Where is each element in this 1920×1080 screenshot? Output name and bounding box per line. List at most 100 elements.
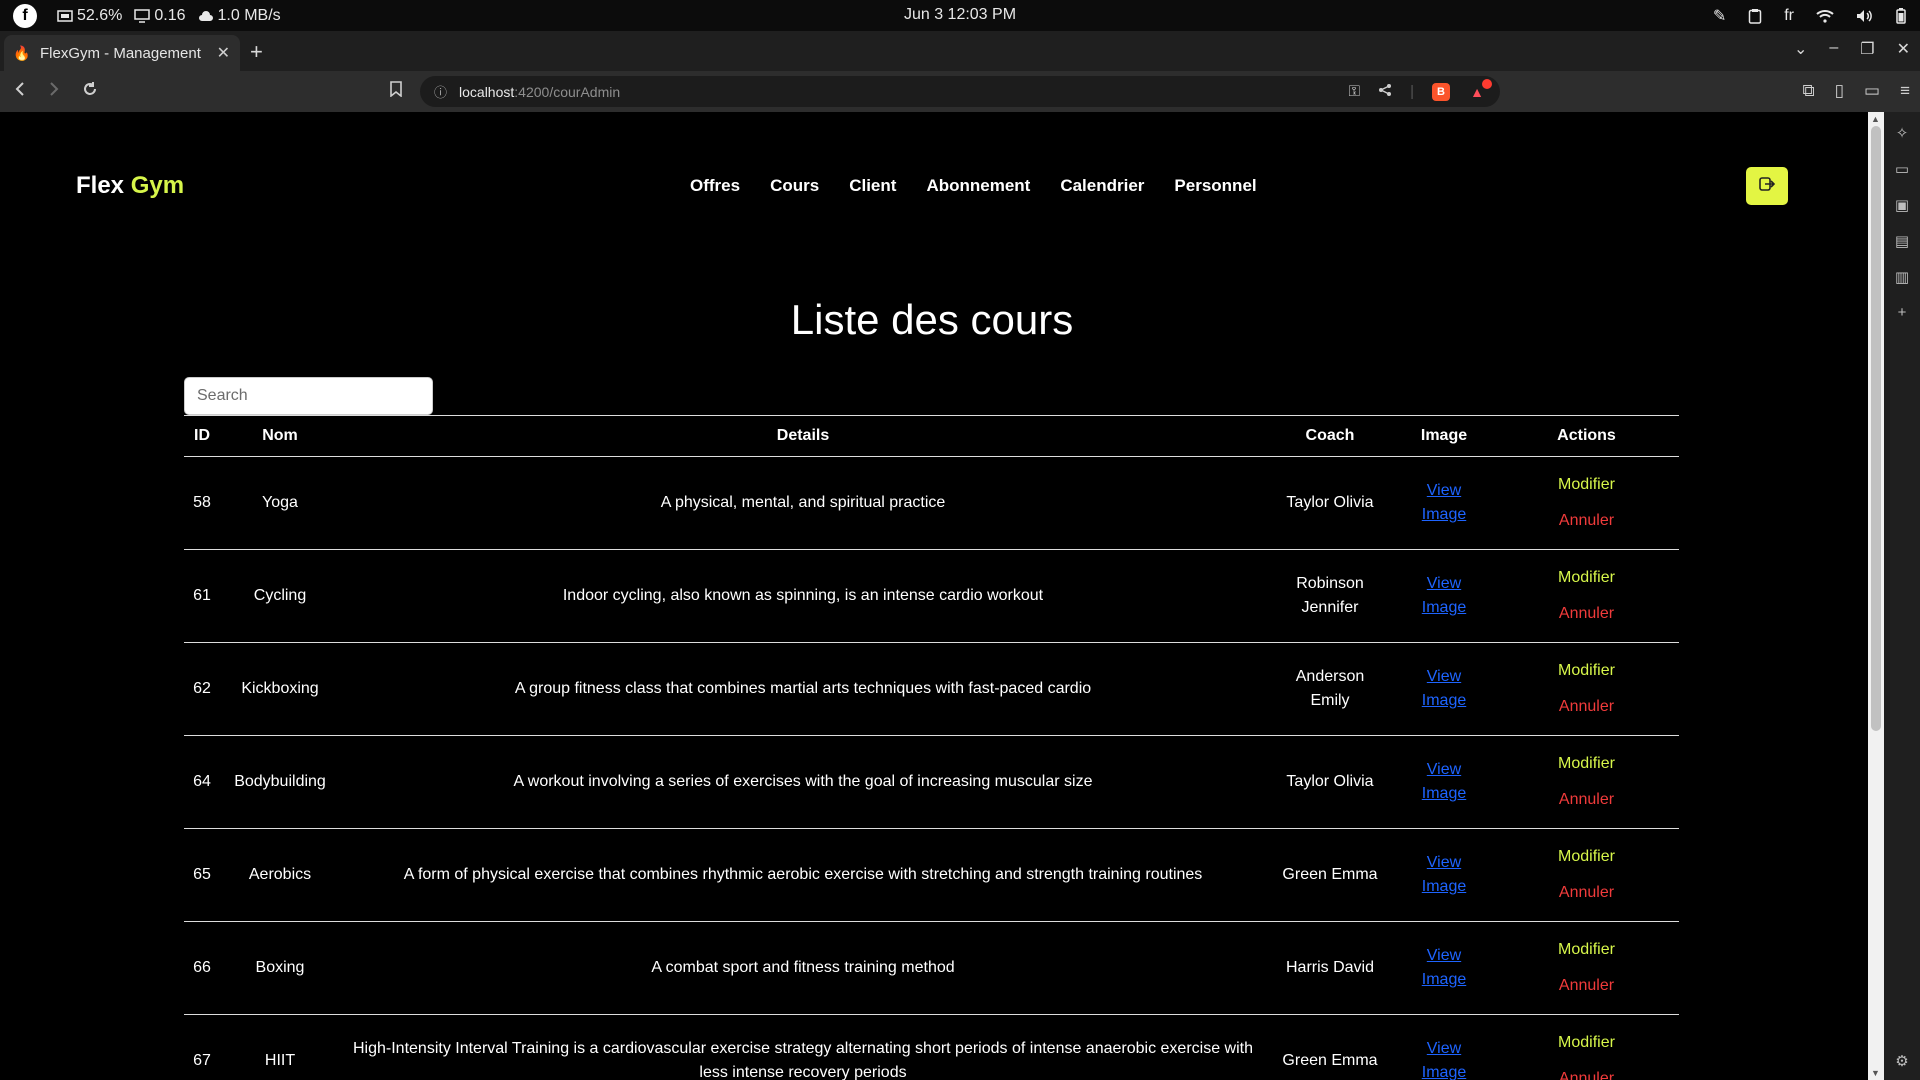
cell-details: Indoor cycling, also known as spinning, …: [340, 549, 1266, 643]
tab-list-chevron-icon[interactable]: ⌄: [1794, 39, 1807, 59]
nav-calendrier[interactable]: Calendrier: [1060, 176, 1144, 196]
forward-icon[interactable]: [48, 81, 60, 102]
brave-shields-icon[interactable]: B: [1432, 82, 1450, 101]
cancel-button[interactable]: Annuler: [1502, 881, 1671, 905]
cell-image: View Image: [1394, 828, 1494, 922]
load-indicator: 0.16: [134, 7, 186, 25]
cell-id: 58: [184, 456, 220, 550]
cell-id: 66: [184, 921, 220, 1015]
clock-text[interactable]: Jun 3 12:03 PM: [904, 6, 1016, 23]
brand-logo[interactable]: Flex Gym: [76, 172, 184, 200]
cancel-button[interactable]: Annuler: [1502, 788, 1671, 812]
bookmarks-side-icon[interactable]: ▤: [1895, 232, 1909, 250]
key-icon[interactable]: ⚿: [1349, 83, 1360, 100]
keyboard-layout[interactable]: fr: [1784, 7, 1794, 25]
modify-button[interactable]: Modifier: [1502, 1031, 1671, 1055]
leo-ai-icon[interactable]: ✧: [1896, 124, 1909, 142]
cell-nom: Cycling: [220, 549, 340, 643]
modify-button[interactable]: Modifier: [1502, 659, 1671, 683]
cancel-button[interactable]: Annuler: [1502, 695, 1671, 719]
cell-coach: Anderson Emily: [1266, 642, 1394, 736]
add-panel-icon[interactable]: +: [1898, 304, 1907, 321]
media-icon[interactable]: ▭: [1895, 160, 1909, 178]
extensions-icon[interactable]: ⧉: [1803, 81, 1815, 101]
close-tab-icon[interactable]: ✕: [217, 43, 230, 63]
sidebar-toggle-icon[interactable]: ▯: [1835, 81, 1844, 101]
wallet-icon[interactable]: ▭: [1864, 81, 1880, 101]
cell-coach: Taylor Olivia: [1266, 735, 1394, 829]
tab-flexgym[interactable]: 🔥 FlexGym - Management ✕: [4, 35, 240, 71]
table-row: 62 Kickboxing A group fitness class that…: [184, 642, 1679, 736]
table-row: 61 Cycling Indoor cycling, also known as…: [184, 549, 1679, 643]
view-image-link[interactable]: View Image: [1414, 479, 1474, 527]
os-top-bar: f 52.6% 0.16 1.0 MB/s Jun 3 12:03 PM ✎ f…: [0, 0, 1920, 31]
cell-id: 67: [184, 1014, 220, 1080]
fedora-logo-icon[interactable]: f: [13, 3, 37, 28]
modify-button[interactable]: Modifier: [1502, 752, 1671, 776]
reading-list-icon[interactable]: ▥: [1895, 268, 1909, 286]
menu-icon[interactable]: ≡: [1900, 81, 1910, 101]
url-path: :4200/courAdmin: [514, 83, 621, 100]
scroll-down-icon[interactable]: ▼: [1871, 1068, 1880, 1078]
cell-actions: Modifier Annuler: [1494, 642, 1679, 736]
restore-icon[interactable]: ❐: [1860, 39, 1874, 59]
modify-button[interactable]: Modifier: [1502, 566, 1671, 590]
view-image-link[interactable]: View Image: [1414, 944, 1474, 992]
scroll-up-icon[interactable]: ▲: [1871, 114, 1880, 124]
modify-button[interactable]: Modifier: [1502, 845, 1671, 869]
pen-icon[interactable]: ✎: [1713, 6, 1726, 26]
new-tab-icon[interactable]: +: [250, 41, 263, 63]
cell-nom: Boxing: [220, 921, 340, 1015]
view-image-link[interactable]: View Image: [1414, 665, 1474, 713]
url-host: localhost: [459, 83, 515, 100]
bookmark-icon[interactable]: [390, 81, 402, 102]
logout-button[interactable]: [1746, 167, 1788, 205]
search-input[interactable]: [184, 377, 433, 415]
battery-icon[interactable]: [1896, 7, 1906, 24]
web-page: Flex Gym Offres Cours Client Abonnement …: [0, 112, 1868, 1080]
cancel-button[interactable]: Annuler: [1502, 1067, 1671, 1080]
scroll-thumb[interactable]: [1871, 126, 1881, 731]
nav-cours[interactable]: Cours: [770, 176, 819, 196]
brave-rewards-icon[interactable]: ▲: [1468, 78, 1492, 101]
courses-table: ID Nom Details Coach Image Actions 58 Yo…: [184, 415, 1679, 1080]
cell-image: View Image: [1394, 642, 1494, 736]
cancel-button[interactable]: Annuler: [1502, 602, 1671, 626]
table-row: 64 Bodybuilding A workout involving a se…: [184, 735, 1679, 829]
cancel-button[interactable]: Annuler: [1502, 974, 1671, 998]
cell-details: A group fitness class that combines mart…: [340, 642, 1266, 736]
back-icon[interactable]: [14, 81, 26, 102]
site-info-icon[interactable]: ⓘ: [434, 82, 447, 101]
clipboard-icon[interactable]: [1748, 8, 1762, 24]
close-window-icon[interactable]: ✕: [1897, 39, 1910, 59]
cell-image: View Image: [1394, 921, 1494, 1015]
view-image-link[interactable]: View Image: [1414, 758, 1474, 806]
wallet-side-icon[interactable]: ▣: [1895, 196, 1909, 214]
cell-coach: Taylor Olivia: [1266, 456, 1394, 550]
cell-actions: Modifier Annuler: [1494, 735, 1679, 829]
reload-icon[interactable]: [82, 81, 98, 102]
nav-personnel[interactable]: Personnel: [1174, 176, 1256, 196]
address-bar[interactable]: ⓘ localhost :4200/courAdmin ⚿ | B ▲: [420, 76, 1500, 107]
wifi-icon[interactable]: [1816, 9, 1834, 23]
share-icon[interactable]: [1378, 83, 1392, 101]
cell-id: 64: [184, 735, 220, 829]
app-navbar: Flex Gym Offres Cours Client Abonnement …: [0, 112, 1868, 260]
modify-button[interactable]: Modifier: [1502, 473, 1671, 497]
page-title: Liste des cours: [790, 296, 1074, 343]
cell-details: High-Intensity Interval Training is a ca…: [340, 1014, 1266, 1080]
modify-button[interactable]: Modifier: [1502, 938, 1671, 962]
cell-image: View Image: [1394, 735, 1494, 829]
view-image-link[interactable]: View Image: [1414, 572, 1474, 620]
minimize-icon[interactable]: –: [1829, 39, 1838, 59]
cancel-button[interactable]: Annuler: [1502, 509, 1671, 533]
cell-coach: Green Emma: [1266, 828, 1394, 922]
nav-client[interactable]: Client: [849, 176, 896, 196]
view-image-link[interactable]: View Image: [1414, 1037, 1474, 1080]
nav-abonnement[interactable]: Abonnement: [926, 176, 1030, 196]
page-scrollbar[interactable]: ▲ ▼: [1868, 112, 1884, 1080]
nav-offres[interactable]: Offres: [690, 176, 740, 196]
volume-icon[interactable]: [1856, 9, 1874, 23]
gear-icon[interactable]: ⚙: [1895, 1052, 1908, 1070]
view-image-link[interactable]: View Image: [1414, 851, 1474, 899]
